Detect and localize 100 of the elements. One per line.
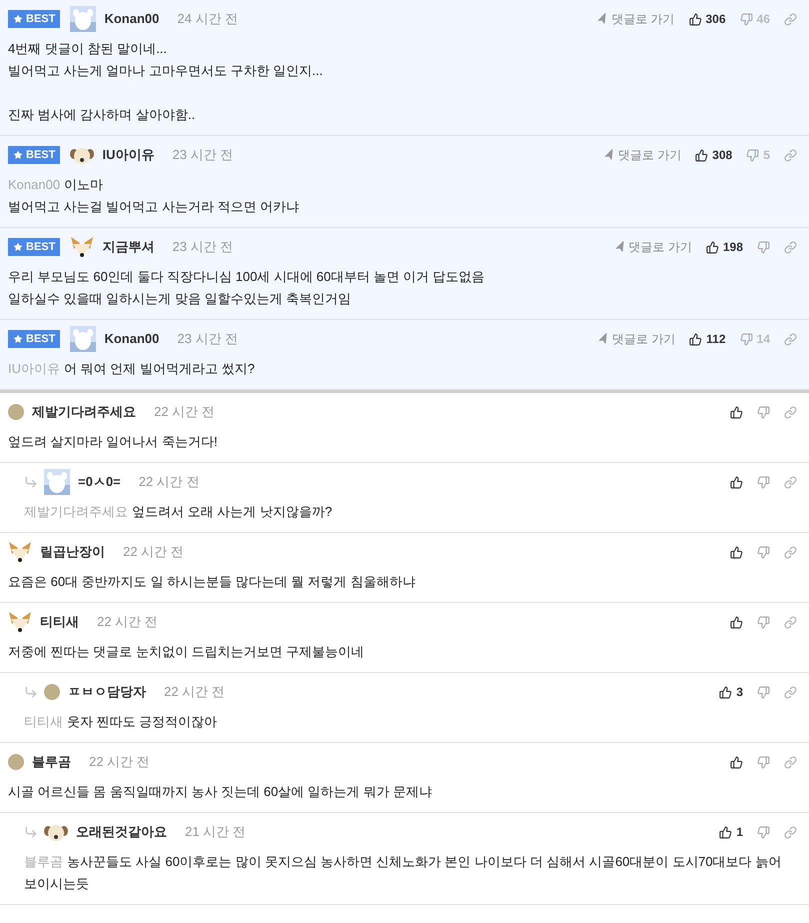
dislike-button[interactable] — [757, 546, 770, 558]
comment-time: 22 시간 전 — [123, 543, 184, 562]
star-icon — [13, 242, 23, 252]
like-button[interactable] — [730, 476, 743, 488]
link-icon[interactable] — [784, 826, 797, 838]
thumbs-up-icon — [706, 240, 719, 254]
fox-icon — [70, 235, 94, 259]
reply-arrow-icon — [24, 685, 38, 699]
comment-text: 제발기다려주세요 엎드려서 오래 사는게 낫지않을까? — [24, 503, 334, 521]
like-button[interactable]: 308 — [695, 146, 732, 164]
thumbs-down-icon — [757, 240, 770, 254]
thumbs-up-icon — [730, 406, 743, 418]
link-icon[interactable] — [784, 756, 797, 768]
best-badge: BEST — [8, 10, 60, 28]
thumbs-up-icon — [730, 616, 743, 628]
author-name[interactable]: =0ㅅ0= — [78, 472, 121, 492]
thumbs-up-icon — [688, 12, 702, 26]
comment-text: IU아이유 어 뭐여 언제 빌어먹게라고 썼지? — [8, 360, 256, 378]
author-name[interactable]: 블루곰 — [32, 752, 71, 772]
comment-time: 23 시간 전 — [177, 330, 238, 348]
thumbs-up-icon — [689, 332, 702, 346]
thumbs-down-icon — [757, 756, 770, 768]
author-name[interactable]: ㅍㅂㅇ담당자 — [68, 682, 146, 702]
link-icon[interactable] — [784, 406, 797, 418]
comment-time: 22 시간 전 — [138, 473, 200, 492]
author-name[interactable]: 지금뿌셔 — [102, 237, 154, 257]
author-name[interactable]: 릴곱난장이 — [40, 542, 105, 562]
thumbs-down-icon — [757, 546, 770, 558]
best-badge: BEST — [8, 146, 60, 164]
avatar-icon — [8, 754, 24, 770]
dog-icon — [70, 145, 94, 165]
reply-arrow-icon — [24, 475, 38, 489]
comment-text: 우리 부모님도 60인데 둘다 직장다니심 100세 시대에 60대부터 놀면 이거 답도없음 일하실수 있을때 일하시는게 맞음 일할수있는게 축복인거임 — [8, 268, 486, 308]
thumbs-down-icon — [757, 616, 770, 628]
comment-time: 22 시간 전 — [154, 403, 215, 422]
avatar-icon — [8, 404, 24, 420]
comment-time: 23 시간 전 — [172, 238, 234, 256]
link-icon[interactable] — [784, 12, 797, 26]
link-icon[interactable] — [784, 686, 797, 698]
like-button[interactable]: 198 — [706, 238, 743, 256]
dislike-button[interactable] — [757, 686, 770, 698]
best-badge: BEST — [8, 330, 60, 348]
dislike-button[interactable] — [757, 826, 770, 838]
thumbs-up-icon — [730, 476, 743, 488]
thumbs-down-icon — [740, 332, 753, 346]
comment-text: 티티새 웃자 찐따도 긍정적이잖아 — [24, 713, 218, 731]
thumbs-up-icon — [730, 546, 743, 558]
link-icon[interactable] — [784, 476, 797, 488]
comment-text: 4번째 댓글이 참된 말이네... 빌어먹고 사는게 얼마나 고마우면서도 구차한 일인지... 진짜 범사에 감사하며 살아야함.. — [8, 40, 324, 124]
author-name[interactable]: 제발기다려주세요 — [32, 402, 136, 422]
comment-text: 엎드려 살지마라 일어나서 죽는거다! — [8, 433, 218, 451]
best-badge: BEST — [8, 238, 60, 256]
author-name[interactable]: IU아이유 — [102, 145, 154, 165]
thumbs-down-icon — [757, 826, 770, 838]
link-icon[interactable] — [784, 148, 797, 162]
thumbs-up-icon — [695, 148, 708, 162]
like-button[interactable] — [730, 546, 743, 558]
link-icon[interactable] — [784, 546, 797, 558]
comment-time: 22 시간 전 — [164, 683, 225, 702]
comment-text: 블루곰 농사꾼들도 사실 60이후로는 많이 못지으심 농사하면 신체노화가 본인 나이보다 더 심해서 시골60대분이 도시70대보다 늙어 보이시는듯 — [24, 853, 782, 893]
star-icon — [13, 334, 23, 344]
comment-text: 저중에 찐따는 댓글로 눈치없이 드립치는거보면 구제불능이네 — [8, 643, 366, 661]
thumbs-down-icon — [757, 406, 770, 418]
link-icon[interactable] — [784, 240, 797, 254]
reply-arrow-icon — [24, 825, 38, 839]
author-name[interactable]: Konan00 — [104, 9, 160, 29]
comment-time: 21 시간 전 — [185, 823, 246, 842]
like-button[interactable]: 112 — [689, 330, 726, 348]
thumbs-down-icon — [757, 476, 770, 488]
comment-text: Konan00 이노마 벌어먹고 사는걸 빌어먹고 사는거라 적으면 어카냐 — [8, 176, 300, 216]
fox-icon — [8, 610, 32, 634]
thumbs-down-icon — [740, 12, 753, 26]
author-name[interactable]: 오래된것같아요 — [76, 822, 167, 842]
thumbs-down-icon — [757, 686, 770, 698]
like-button[interactable] — [730, 756, 743, 768]
thumbs-up-icon — [719, 686, 732, 698]
thumbs-up-icon — [730, 756, 743, 768]
dislike-button[interactable] — [757, 756, 770, 768]
author-name[interactable]: 티티새 — [40, 612, 79, 632]
fox-icon — [8, 540, 32, 564]
like-button[interactable] — [730, 616, 743, 628]
link-icon[interactable] — [784, 332, 797, 346]
comment-time: 23 시간 전 — [172, 146, 234, 164]
comment-time: 22 시간 전 — [97, 613, 158, 632]
like-button[interactable]: 306 — [688, 10, 726, 28]
author-name[interactable]: Konan00 — [104, 329, 160, 349]
dog-icon — [44, 822, 68, 842]
comment-time: 24 시간 전 — [177, 10, 238, 28]
link-icon[interactable] — [784, 616, 797, 628]
like-button[interactable] — [730, 406, 743, 418]
thumbs-up-icon — [719, 826, 732, 838]
dislike-button[interactable] — [757, 240, 770, 254]
comment-text: 시골 어르신들 몸 움직일때까지 농사 짓는데 60살에 일하는게 뭐가 문제냐 — [8, 783, 433, 801]
dislike-button[interactable] — [757, 476, 770, 488]
dislike-button[interactable] — [757, 406, 770, 418]
dislike-button[interactable] — [757, 616, 770, 628]
like-button[interactable]: 3 — [719, 683, 743, 701]
avatar-icon — [44, 684, 60, 700]
like-button[interactable]: 1 — [719, 823, 743, 841]
comment-text: 요즘은 60대 중반까지도 일 하시는분들 많다는데 뭘 저렇게 침울해하냐 — [8, 573, 416, 591]
